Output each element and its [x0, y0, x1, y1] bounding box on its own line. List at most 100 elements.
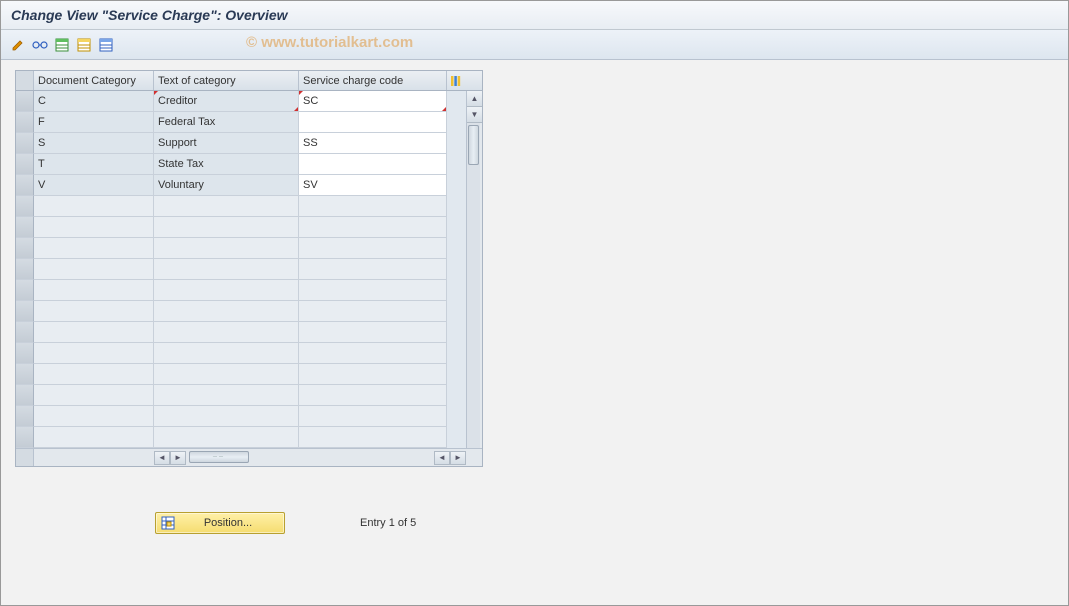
hscroll-thumb[interactable]: ┈┈	[189, 451, 249, 463]
cell-doc-category[interactable]: T	[34, 154, 154, 175]
empty-cell	[154, 364, 299, 385]
row-selector[interactable]	[16, 343, 34, 364]
column-header-text-category[interactable]: Text of category	[154, 71, 299, 90]
table-row-empty	[16, 406, 466, 427]
display-button[interactable]	[31, 36, 49, 54]
empty-cell	[299, 427, 447, 448]
empty-cell	[299, 364, 447, 385]
cell-doc-category[interactable]: C	[34, 91, 154, 112]
empty-cell	[154, 385, 299, 406]
row-selector[interactable]	[16, 322, 34, 343]
page-title: Change View "Service Charge": Overview	[1, 1, 1068, 30]
change-button[interactable]	[9, 36, 27, 54]
row-selector[interactable]	[16, 238, 34, 259]
table-row[interactable]: SSupportSS	[16, 133, 466, 154]
table-row[interactable]: VVoluntarySV	[16, 175, 466, 196]
cell-text-category[interactable]: Federal Tax	[154, 112, 299, 133]
table-row-empty	[16, 217, 466, 238]
scroll-thumb[interactable]	[468, 125, 479, 165]
row-selector[interactable]	[16, 259, 34, 280]
table-row-empty	[16, 238, 466, 259]
cell-doc-category[interactable]: F	[34, 112, 154, 133]
column-header-service-charge-code[interactable]: Service charge code	[299, 71, 447, 90]
cell-text-category[interactable]: State Tax	[154, 154, 299, 175]
empty-cell	[154, 259, 299, 280]
entry-counter: Entry 1 of 5	[360, 517, 416, 529]
copy-as-button[interactable]	[75, 36, 93, 54]
row-selector[interactable]	[16, 91, 34, 112]
cell-service-charge-code[interactable]	[299, 112, 447, 133]
cell-doc-category[interactable]: V	[34, 175, 154, 196]
cell-service-charge-code[interactable]: SV	[299, 175, 447, 196]
empty-cell	[34, 196, 154, 217]
row-selector[interactable]	[16, 280, 34, 301]
empty-cell	[154, 301, 299, 322]
row-selector[interactable]	[16, 217, 34, 238]
scroll-track[interactable]	[467, 123, 480, 448]
scroll-up-button[interactable]: ▲	[467, 91, 482, 107]
scroll-down-button[interactable]: ▼	[467, 107, 482, 123]
table-row[interactable]: TState Tax	[16, 154, 466, 175]
table-row-empty	[16, 280, 466, 301]
position-button[interactable]: Position...	[155, 512, 285, 534]
cell-text-category[interactable]: Support	[154, 133, 299, 154]
empty-cell	[299, 280, 447, 301]
table-row-empty	[16, 301, 466, 322]
content-area: Document Category Text of category Servi…	[1, 60, 1068, 544]
empty-cell	[34, 217, 154, 238]
hscroll-left2-button[interactable]: ◄	[434, 451, 450, 465]
empty-cell	[34, 238, 154, 259]
row-selector[interactable]	[16, 364, 34, 385]
row-selector[interactable]	[16, 133, 34, 154]
cell-doc-category[interactable]: S	[34, 133, 154, 154]
empty-cell	[154, 238, 299, 259]
row-selector[interactable]	[16, 301, 34, 322]
vertical-scrollbar[interactable]: ▲ ▼	[466, 91, 482, 448]
cell-service-charge-code[interactable]: SS	[299, 133, 447, 154]
table-row-empty	[16, 196, 466, 217]
delete-button[interactable]	[97, 36, 115, 54]
cell-service-charge-code[interactable]: SC	[299, 91, 447, 112]
empty-cell	[34, 322, 154, 343]
table-body: CCreditorSCFFederal TaxSSupportSSTState …	[16, 91, 482, 448]
column-config-button[interactable]	[447, 71, 465, 90]
position-button-label: Position...	[184, 517, 280, 529]
row-selector[interactable]	[16, 385, 34, 406]
cell-text-category[interactable]: Voluntary	[154, 175, 299, 196]
table-row-empty	[16, 259, 466, 280]
position-icon	[160, 515, 176, 531]
hscroll-left-button[interactable]: ◄	[154, 451, 170, 465]
row-selector[interactable]	[16, 154, 34, 175]
cell-text-category[interactable]: Creditor	[154, 91, 299, 112]
empty-cell	[154, 217, 299, 238]
table-row[interactable]: CCreditorSC	[16, 91, 466, 112]
title-text: Change View "Service Charge": Overview	[11, 7, 288, 23]
hscroll-right-button[interactable]: ►	[170, 451, 186, 465]
column-header-doc-category[interactable]: Document Category	[34, 71, 154, 90]
pencil-icon	[11, 38, 25, 52]
table-row[interactable]: FFederal Tax	[16, 112, 466, 133]
empty-cell	[154, 196, 299, 217]
empty-cell	[299, 385, 447, 406]
empty-cell	[34, 427, 154, 448]
new-entries-button[interactable]	[53, 36, 71, 54]
glasses-icon	[32, 39, 48, 51]
watermark-text: © www.tutorialkart.com	[246, 34, 413, 51]
select-all-header[interactable]	[16, 71, 34, 90]
horizontal-scrollbar[interactable]: ◄ ► ┈┈ ◄ ►	[16, 448, 482, 466]
hscroll-corner	[16, 449, 34, 466]
row-selector[interactable]	[16, 406, 34, 427]
empty-cell	[299, 217, 447, 238]
row-selector[interactable]	[16, 175, 34, 196]
empty-cell	[34, 301, 154, 322]
row-selector[interactable]	[16, 427, 34, 448]
row-selector[interactable]	[16, 112, 34, 133]
footer-row: Position... Entry 1 of 5	[15, 512, 1054, 534]
empty-cell	[154, 406, 299, 427]
cell-service-charge-code[interactable]	[299, 154, 447, 175]
empty-cell	[299, 238, 447, 259]
table-header: Document Category Text of category Servi…	[16, 71, 482, 91]
empty-cell	[34, 385, 154, 406]
hscroll-right2-button[interactable]: ►	[450, 451, 466, 465]
row-selector[interactable]	[16, 196, 34, 217]
